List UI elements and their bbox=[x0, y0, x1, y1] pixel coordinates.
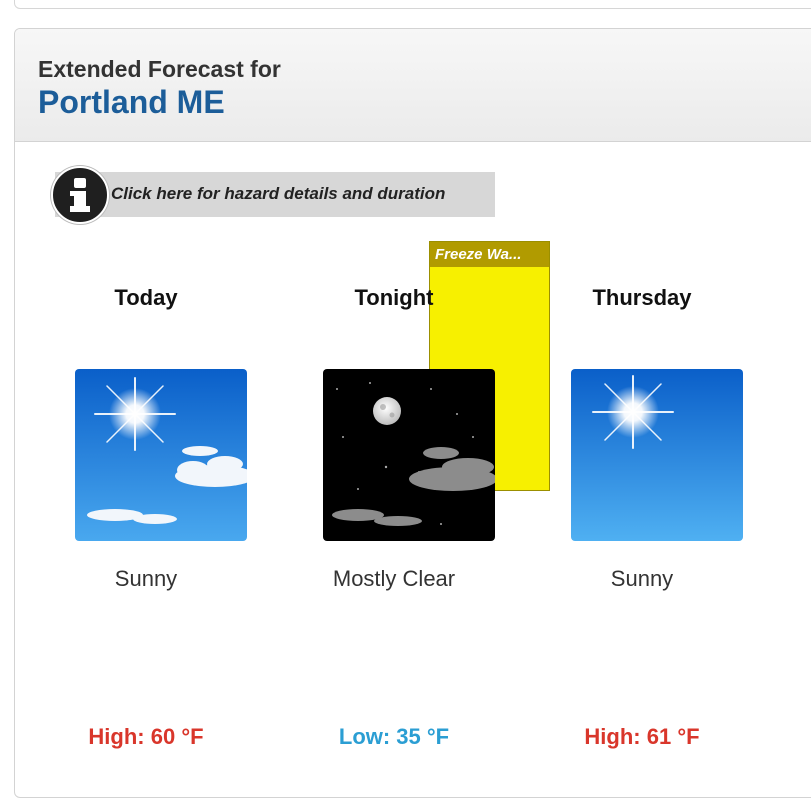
temperature: High: 60 °F bbox=[88, 724, 204, 749]
period-name: Tonight bbox=[354, 285, 434, 310]
short-description: Mostly Clear bbox=[332, 566, 456, 591]
mostly-clear-night-icon[interactable] bbox=[323, 369, 495, 541]
period-name: Thursday bbox=[592, 285, 692, 310]
panel-header: Extended Forecast for Portland ME bbox=[15, 29, 811, 142]
info-icon[interactable] bbox=[51, 166, 109, 224]
freeze-warning-label: Freeze Wa... bbox=[430, 242, 549, 267]
short-description: Sunny bbox=[610, 566, 674, 591]
sunny-icon[interactable] bbox=[75, 369, 247, 541]
previous-panel-edge bbox=[14, 0, 811, 9]
hazard-link-text: Click here for hazard details and durati… bbox=[111, 184, 446, 203]
hazard-details-link[interactable]: Click here for hazard details and durati… bbox=[55, 172, 495, 217]
location-title: Portland ME bbox=[38, 84, 225, 120]
short-description: Sunny bbox=[114, 566, 178, 591]
temperature: Low: 35 °F bbox=[338, 724, 450, 749]
period-name: Today bbox=[114, 285, 178, 310]
temperature: High: 61 °F bbox=[584, 724, 700, 749]
extended-forecast-panel: Extended Forecast for Portland ME Click … bbox=[14, 28, 811, 798]
header-label: Extended Forecast for bbox=[38, 56, 281, 82]
sunny-icon[interactable] bbox=[571, 369, 743, 541]
